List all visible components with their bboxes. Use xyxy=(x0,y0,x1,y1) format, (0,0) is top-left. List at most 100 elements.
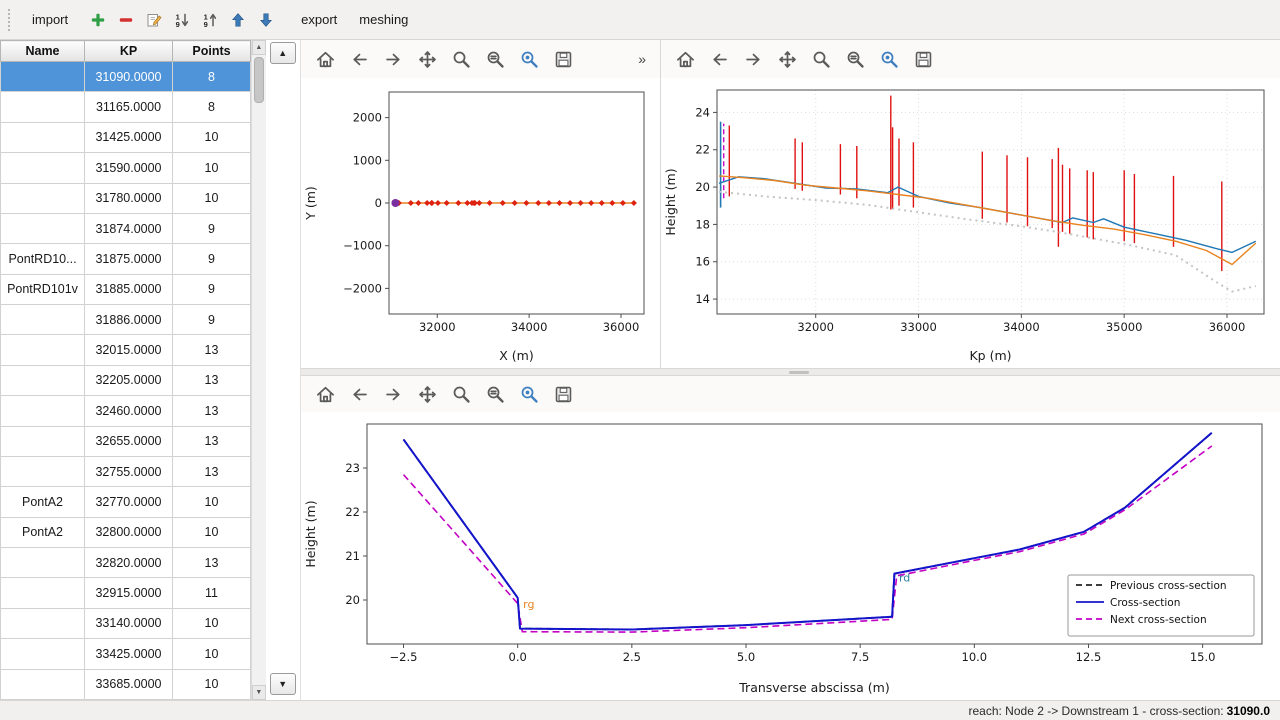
cell-name[interactable] xyxy=(1,396,85,426)
zoom-button[interactable] xyxy=(807,45,835,73)
cell-kp[interactable]: 31780.0000 xyxy=(85,183,173,213)
table-row[interactable]: 31886.00009 xyxy=(1,305,251,335)
cell-points[interactable]: 13 xyxy=(173,548,251,578)
cross-section-figure[interactable]: −2.50.02.55.07.510.012.515.020212223Tran… xyxy=(301,412,1280,700)
cell-points[interactable]: 10 xyxy=(173,669,251,700)
table-row[interactable]: PontRD101v31885.00009 xyxy=(1,274,251,304)
forward-button[interactable] xyxy=(739,45,767,73)
cell-name[interactable]: PontA2 xyxy=(1,517,85,547)
cell-name[interactable] xyxy=(1,669,85,700)
cell-kp[interactable]: 31590.0000 xyxy=(85,153,173,183)
cell-kp[interactable]: 31885.0000 xyxy=(85,274,173,304)
cell-kp[interactable]: 32460.0000 xyxy=(85,396,173,426)
cell-kp[interactable]: 32015.0000 xyxy=(85,335,173,365)
cell-kp[interactable]: 33685.0000 xyxy=(85,669,173,700)
cell-name[interactable] xyxy=(1,335,85,365)
add-button[interactable] xyxy=(85,7,110,32)
scrollbar-thumb[interactable] xyxy=(254,57,264,103)
cell-points[interactable]: 9 xyxy=(173,274,251,304)
cell-name[interactable] xyxy=(1,122,85,152)
table-row[interactable]: 31425.000010 xyxy=(1,122,251,152)
column-header-points[interactable]: Points xyxy=(173,41,251,62)
table-row[interactable]: 31165.00008 xyxy=(1,92,251,122)
cell-kp[interactable]: 31090.0000 xyxy=(85,62,173,92)
cell-points[interactable]: 10 xyxy=(173,639,251,669)
cell-kp[interactable]: 32915.0000 xyxy=(85,578,173,608)
cell-points[interactable]: 10 xyxy=(173,153,251,183)
cell-name[interactable] xyxy=(1,92,85,122)
table-row[interactable]: 33685.000010 xyxy=(1,669,251,700)
home-button[interactable] xyxy=(311,45,339,73)
pan-button[interactable] xyxy=(773,45,801,73)
cell-kp[interactable]: 33425.0000 xyxy=(85,639,173,669)
table-row[interactable]: 32460.000013 xyxy=(1,396,251,426)
horizontal-splitter[interactable] xyxy=(301,368,1280,376)
table-row[interactable]: 31090.00008 xyxy=(1,62,251,92)
cell-points[interactable]: 8 xyxy=(173,62,251,92)
cell-name[interactable] xyxy=(1,639,85,669)
table-row[interactable]: 31874.00009 xyxy=(1,213,251,243)
cell-kp[interactable]: 31875.0000 xyxy=(85,244,173,274)
sort-asc-button[interactable]: 19 xyxy=(197,7,222,32)
table-row[interactable]: 32820.000013 xyxy=(1,548,251,578)
cell-points[interactable]: 9 xyxy=(173,213,251,243)
edit-params-button[interactable] xyxy=(515,45,543,73)
save-button[interactable] xyxy=(549,45,577,73)
cell-name[interactable] xyxy=(1,213,85,243)
scrollbar-down-button[interactable]: ▼ xyxy=(252,685,266,700)
table-row[interactable]: PontA232770.000010 xyxy=(1,487,251,517)
splitter-handle[interactable] xyxy=(789,371,809,374)
cell-name[interactable] xyxy=(1,548,85,578)
move-up-button[interactable] xyxy=(225,7,250,32)
pan-button[interactable] xyxy=(413,45,441,73)
cell-points[interactable]: 11 xyxy=(173,578,251,608)
subplots-button[interactable] xyxy=(481,45,509,73)
cell-kp[interactable]: 32770.0000 xyxy=(85,487,173,517)
cell-points[interactable]: 10 xyxy=(173,183,251,213)
table-row[interactable]: 33425.000010 xyxy=(1,639,251,669)
column-header-name[interactable]: Name xyxy=(1,41,85,62)
cell-points[interactable]: 13 xyxy=(173,335,251,365)
cell-kp[interactable]: 31165.0000 xyxy=(85,92,173,122)
toolbar-grip[interactable] xyxy=(8,9,13,31)
sort-desc-button[interactable]: 19 xyxy=(169,7,194,32)
cell-kp[interactable]: 32820.0000 xyxy=(85,548,173,578)
table-row[interactable]: 31590.000010 xyxy=(1,153,251,183)
move-down-button[interactable] xyxy=(253,7,278,32)
column-header-kp[interactable]: KP xyxy=(85,41,173,62)
cell-points[interactable]: 10 xyxy=(173,487,251,517)
cell-kp[interactable]: 32205.0000 xyxy=(85,365,173,395)
cell-name[interactable] xyxy=(1,365,85,395)
cell-points[interactable]: 13 xyxy=(173,426,251,456)
cell-points[interactable]: 10 xyxy=(173,517,251,547)
cell-kp[interactable]: 32655.0000 xyxy=(85,426,173,456)
cell-points[interactable]: 13 xyxy=(173,456,251,486)
cell-name[interactable] xyxy=(1,608,85,638)
menu-meshing[interactable]: meshing xyxy=(350,8,417,31)
back-button[interactable] xyxy=(345,380,373,408)
table-row[interactable]: 33140.000010 xyxy=(1,608,251,638)
cell-kp[interactable]: 31886.0000 xyxy=(85,305,173,335)
cell-name[interactable] xyxy=(1,62,85,92)
edit-params-button[interactable] xyxy=(515,380,543,408)
next-section-button[interactable]: ▼ xyxy=(270,673,296,695)
table-row[interactable]: 32015.000013 xyxy=(1,335,251,365)
cell-points[interactable]: 10 xyxy=(173,608,251,638)
table-scrollbar[interactable]: ▲ ▼ xyxy=(251,40,266,700)
forward-button[interactable] xyxy=(379,380,407,408)
cell-points[interactable]: 13 xyxy=(173,365,251,395)
pan-button[interactable] xyxy=(413,380,441,408)
cell-name[interactable] xyxy=(1,456,85,486)
cell-points[interactable]: 8 xyxy=(173,92,251,122)
long-profile-figure[interactable]: 3200033000340003500036000141618202224Kp … xyxy=(661,78,1280,368)
cell-kp[interactable]: 31874.0000 xyxy=(85,213,173,243)
table-row[interactable]: 32655.000013 xyxy=(1,426,251,456)
edit-params-button[interactable] xyxy=(875,45,903,73)
save-button[interactable] xyxy=(549,380,577,408)
edit-button[interactable] xyxy=(141,7,166,32)
table-row[interactable]: 31780.000010 xyxy=(1,183,251,213)
zoom-button[interactable] xyxy=(447,45,475,73)
cell-points[interactable]: 13 xyxy=(173,396,251,426)
remove-button[interactable] xyxy=(113,7,138,32)
table-row[interactable]: 32915.000011 xyxy=(1,578,251,608)
